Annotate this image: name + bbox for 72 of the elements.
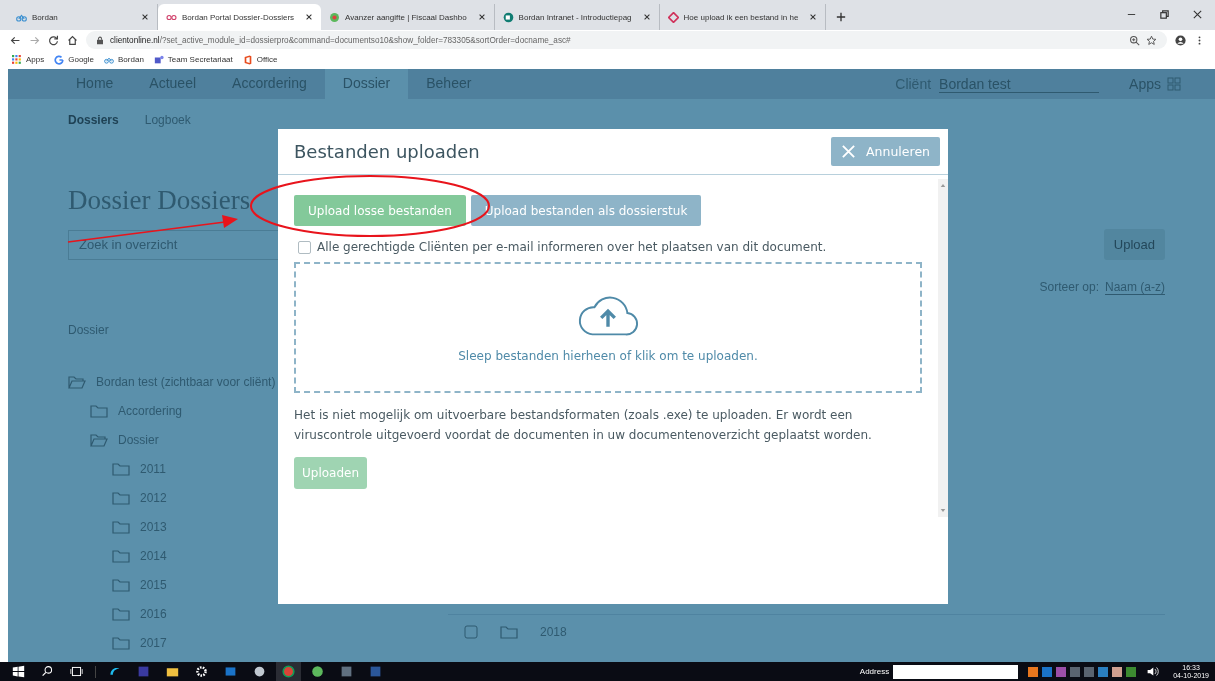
folder-label[interactable]: Accordering <box>118 403 183 418</box>
folder-label[interactable]: Dossier <box>118 432 159 447</box>
tray-icon[interactable] <box>1028 666 1039 677</box>
nav-tab[interactable]: Dossier <box>324 69 409 99</box>
star-icon[interactable] <box>1146 34 1157 46</box>
tray-icon[interactable] <box>1126 666 1137 677</box>
upload-note: Het is niet mogelijk om uitvoerbare bestandsformaten (zoals .exe) te uploaden. Er wordt een viruscontrole uitgevoerd voordat de documenten in uw documentenoverzicht geplaatst worden. <box>294 407 873 444</box>
dialog-title: Bestanden uploaden <box>294 141 480 162</box>
page-title: Dossier Dossiers <box>68 185 251 217</box>
url-text: clientonline.nl/?set_active_module_id=dossierpro&command=documentso10&show_folder=783305&sortOrder=docname_asc# <box>110 35 571 45</box>
drop-zone-text: Sleep bestanden hierheen of klik om te uploaden. <box>458 348 758 363</box>
tray-icon[interactable] <box>1098 666 1109 677</box>
folder-label[interactable]: 2011 <box>140 461 166 476</box>
upload-button[interactable]: Upload <box>1103 229 1165 260</box>
sort-dropdown[interactable]: Naam (a-z) <box>1105 280 1165 295</box>
upload-mode-button[interactable]: Upload losse bestanden <box>294 195 466 226</box>
folder-label[interactable]: 2016 <box>140 606 167 621</box>
bookmark[interactable]: Apps <box>12 54 45 65</box>
table-row[interactable]: 2018 <box>448 614 1165 649</box>
browser-tab[interactable]: Bordan Intranet - Introductiepag <box>494 4 660 30</box>
checkbox[interactable] <box>464 625 478 639</box>
profile-icon[interactable] <box>1175 34 1186 46</box>
back-icon[interactable] <box>10 34 21 46</box>
close-icon[interactable] <box>1192 9 1203 20</box>
diamond-icon <box>667 11 679 23</box>
browser-tab[interactable]: Avanzer aangifte | Fiscaal Dashbo <box>321 4 495 30</box>
close-icon[interactable] <box>642 13 651 21</box>
close-icon[interactable] <box>809 13 818 21</box>
bookmark[interactable]: Google <box>54 54 95 65</box>
subnav-link[interactable]: Logboek <box>144 113 191 129</box>
grid-icon <box>12 54 22 65</box>
home-icon[interactable] <box>67 34 78 46</box>
checkbox[interactable] <box>298 240 311 254</box>
browser-tab[interactable]: Bordan Portal Dossier-Dossiers <box>158 4 322 30</box>
grid-icon <box>1167 77 1181 91</box>
plus-icon[interactable] <box>836 12 847 22</box>
bicycle-icon <box>16 11 27 23</box>
office-icon <box>242 54 253 65</box>
folder-label[interactable]: 2014 <box>140 548 167 563</box>
sort-label: Sorteer op: <box>1039 280 1099 295</box>
address-bar[interactable]: clientonline.nl/?set_active_module_id=dossierpro&command=documentso10&show_folder=783305&sortOrder=docname_asc# <box>86 31 1167 49</box>
browser-tab[interactable]: Hoe upload ik een bestand in he <box>659 4 827 30</box>
subnav-link[interactable]: Dossiers <box>68 113 119 129</box>
drop-zone[interactable]: Sleep bestanden hierheen of klik om te uploaden. <box>294 262 922 393</box>
folder-label[interactable]: 2012 <box>140 490 167 505</box>
folder-label[interactable]: 2017 <box>140 635 167 650</box>
close-icon[interactable] <box>305 13 314 21</box>
address-toolbar-label: Address <box>859 667 890 676</box>
tray-icon[interactable] <box>1112 666 1123 677</box>
address-toolbar-field[interactable] <box>893 664 1019 679</box>
people-icon <box>153 54 164 65</box>
close-icon[interactable] <box>141 13 149 21</box>
lock-icon <box>96 35 104 45</box>
folder-icon <box>500 625 518 639</box>
folder-label[interactable]: 2015 <box>140 577 167 592</box>
cancel-button[interactable]: Annuleren <box>831 137 940 166</box>
tray-icon[interactable] <box>1042 666 1053 677</box>
reload-icon[interactable] <box>48 34 59 46</box>
folder-label: 2018 <box>540 625 567 639</box>
ball-icon <box>329 11 341 23</box>
g-logo-icon <box>54 54 65 65</box>
zoom-icon[interactable] <box>1129 34 1140 46</box>
close-icon <box>841 144 857 159</box>
folder-label[interactable]: 2013 <box>140 519 167 534</box>
bookmark[interactable]: Team Secretariaat <box>153 54 233 65</box>
bookmark[interactable]: Office <box>242 54 278 65</box>
tray-icon[interactable] <box>1056 666 1067 677</box>
tree-heading: Dossier <box>68 323 110 339</box>
restore-icon[interactable] <box>1159 9 1170 20</box>
close-icon[interactable] <box>477 13 486 21</box>
folder-label[interactable]: Bordan test (zichtbaar voor cliënt) <box>96 374 276 389</box>
bookmark[interactable]: Bordan <box>104 54 144 65</box>
